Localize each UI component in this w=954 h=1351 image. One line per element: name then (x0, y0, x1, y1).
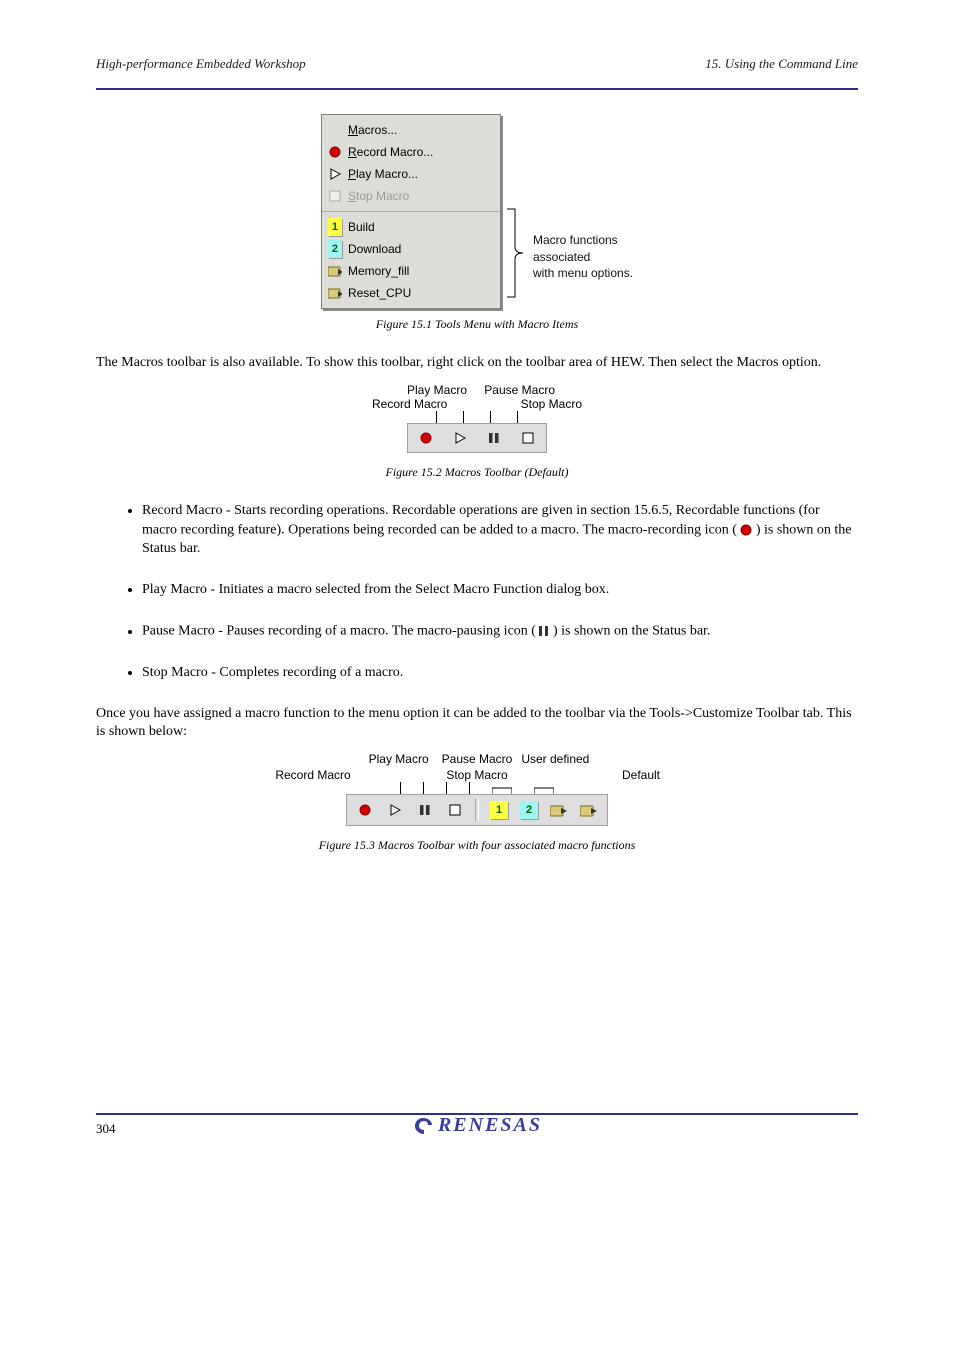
menu-panel: Macros... Record Macro... Play Macro... (321, 114, 501, 309)
menu-item-label: Build (348, 220, 375, 234)
menu-item-stop-macro: Stop Macro (326, 185, 496, 207)
stop-macro-button[interactable] (518, 428, 538, 448)
menu-item-reset-cpu[interactable]: Reset_CPU (326, 282, 496, 304)
menu-item-label: Download (348, 242, 401, 256)
tick-line (423, 782, 424, 794)
list-item: Record Macro - Starts recording operatio… (142, 502, 858, 559)
header-left: High-performance Embedded Workshop (96, 56, 306, 72)
list-item: Stop Macro - Completes recording of a ma… (142, 664, 858, 683)
macro-shortcut-default-2[interactable] (579, 800, 599, 820)
figure-macros-toolbar-default: Play Macro Pause Macro Record Macro Stop… (372, 383, 582, 453)
bracket-icon (492, 782, 512, 794)
menu-item-label: Reset_CPU (348, 286, 411, 300)
toolbar-label: Record Macro (274, 768, 352, 782)
pause-icon (539, 622, 549, 641)
badge-2-icon: 2 (328, 242, 342, 256)
menu-item-label: Memory_fill (348, 264, 409, 278)
bullet-list: Record Macro - Starts recording operatio… (96, 502, 858, 683)
list-item: Pause Macro - Pauses recording of a macr… (142, 622, 858, 642)
record-macro-button[interactable] (416, 428, 436, 448)
tick-line (436, 411, 437, 423)
renesas-logo: RENESAS (412, 1114, 542, 1137)
tick-line (463, 411, 464, 423)
top-rule (96, 88, 858, 90)
page-number: 304 (96, 1121, 116, 1137)
body-paragraph: The Macros toolbar is also available. To… (96, 354, 858, 373)
figure-caption-1: Figure 15.1 Tools Menu with Macro Items (96, 317, 858, 332)
figure-caption-2: Figure 15.2 Macros Toolbar (Default) (96, 465, 858, 480)
figure-tools-menu: Macros... Record Macro... Play Macro... (321, 114, 633, 309)
figure-macros-toolbar-extended: Play Macro Pause Macro User defined Reco… (274, 752, 680, 826)
badge-1-icon: 1 (328, 220, 342, 234)
figure-caption-3: Figure 15.3 Macros Toolbar with four ass… (96, 838, 858, 853)
toolbar-divider (475, 799, 479, 821)
menu-item-download[interactable]: 2 Download (326, 238, 496, 260)
macros-toolbar (407, 423, 547, 453)
folder-run-icon (328, 264, 342, 278)
toolbar-label: Pause Macro (477, 383, 555, 397)
toolbar-label: Record Macro (372, 397, 447, 411)
play-macro-button[interactable] (385, 800, 405, 820)
toolbar-label: Stop Macro (438, 768, 516, 782)
list-item: Play Macro - Initiates a macro selected … (142, 581, 858, 600)
folder-run-icon (328, 286, 342, 300)
toolbar-label: Play Macro (399, 383, 467, 397)
toolbar-label: User defined (520, 752, 590, 766)
pause-macro-button[interactable] (484, 428, 504, 448)
pause-macro-button[interactable] (415, 800, 435, 820)
tick-line (490, 411, 491, 423)
record-macro-button[interactable] (355, 800, 375, 820)
toolbar-label: Default (602, 768, 680, 782)
header-right: 15. Using the Command Line (705, 56, 858, 72)
menu-item-record-macro[interactable]: Record Macro... (326, 141, 496, 163)
menu-item-build[interactable]: 1 Build (326, 216, 496, 238)
stop-macro-button[interactable] (445, 800, 465, 820)
figure-annotation: Macro functions associated with menu opt… (531, 232, 633, 281)
tick-line (469, 782, 470, 794)
record-circle-icon (740, 521, 752, 540)
brace-icon (501, 207, 531, 299)
menu-item-macros[interactable]: Macros... (326, 119, 496, 141)
toolbar-label: Pause Macro (442, 752, 513, 766)
macro-shortcut-1[interactable]: 1 (489, 800, 509, 820)
menu-item-memory-fill[interactable]: Memory_fill (326, 260, 496, 282)
play-triangle-icon (328, 167, 342, 181)
macro-shortcut-default-1[interactable] (549, 800, 569, 820)
play-macro-button[interactable] (450, 428, 470, 448)
body-paragraph: Once you have assigned a macro function … (96, 705, 858, 743)
macros-toolbar-extended: 1 2 (346, 794, 608, 826)
toolbar-label: Stop Macro (521, 397, 582, 411)
stop-square-icon (328, 189, 342, 203)
tick-line (517, 411, 518, 423)
tick-line (446, 782, 447, 794)
bracket-icon (534, 782, 554, 794)
tick-line (400, 782, 401, 794)
blank-icon (328, 123, 342, 137)
record-circle-icon (328, 145, 342, 159)
macro-shortcut-2[interactable]: 2 (519, 800, 539, 820)
toolbar-label: Play Macro (364, 752, 434, 766)
menu-item-play-macro[interactable]: Play Macro... (326, 163, 496, 185)
